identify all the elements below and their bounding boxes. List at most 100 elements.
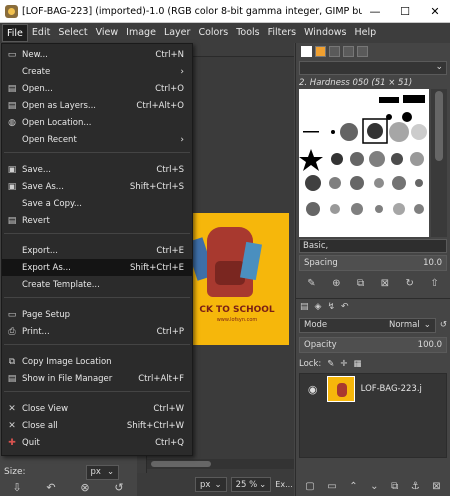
menu-view[interactable]: View <box>92 24 123 42</box>
menu-item-open-recent[interactable]: Open Recent › <box>2 131 192 148</box>
menu-item-create[interactable]: Create › <box>2 63 192 80</box>
visibility-eye-icon[interactable]: ◉ <box>304 383 321 396</box>
save-icon: ▣ <box>7 164 17 175</box>
menu-item-new[interactable]: ▭ New... Ctrl+N <box>2 46 192 63</box>
menu-layer[interactable]: Layer <box>160 24 195 42</box>
menu-item-quit[interactable]: ✚ Quit Ctrl+Q <box>2 434 192 451</box>
new-group-icon[interactable]: ▭ <box>327 481 336 492</box>
menu-item-close-view[interactable]: ✕ Close View Ctrl+W <box>2 400 192 417</box>
fonts-tab-icon[interactable] <box>343 45 354 57</box>
scrollbar-thumb[interactable] <box>151 461 211 467</box>
brush-grid[interactable] <box>299 89 429 237</box>
refresh-brushes-icon[interactable]: ↻ <box>405 278 413 289</box>
menu-item-revert[interactable]: ▤ Revert <box>2 212 192 229</box>
layers-tab-icon[interactable]: ▤ <box>300 302 309 312</box>
channels-tab-icon[interactable]: ◈ <box>315 302 322 312</box>
layer-name[interactable]: LOF-BAG-223.j <box>361 384 446 394</box>
undo-history-tab-icon[interactable]: ↶ <box>341 302 349 312</box>
mode-reset-icon[interactable]: ↺ <box>440 320 447 330</box>
duplicate-brush-icon[interactable]: ⧉ <box>357 278 364 289</box>
lock-alpha-icon[interactable]: ▦ <box>354 359 362 369</box>
duplicate-layer-icon[interactable]: ⧉ <box>391 481 398 492</box>
layer-mode-combo[interactable]: Mode Normal ⌄ <box>299 317 436 333</box>
lock-position-icon[interactable]: ✛ <box>340 359 347 369</box>
paths-tab-icon[interactable]: ↯ <box>327 302 335 312</box>
raise-layer-icon[interactable]: ⌃ <box>349 481 357 492</box>
brush-filter-combo[interactable]: ⌄ <box>299 61 447 75</box>
mode-value: Normal <box>388 320 420 330</box>
menu-item-open[interactable]: ▤ Open... Ctrl+O <box>2 80 192 97</box>
menu-item-save-copy[interactable]: Save a Copy... <box>2 195 192 212</box>
menu-item-export[interactable]: Export... Ctrl+E <box>2 242 192 259</box>
brushes-tab-icon[interactable] <box>315 45 326 57</box>
new-brush-icon[interactable]: ⊕ <box>332 278 340 289</box>
restore-options-icon[interactable]: ↶ <box>46 481 55 494</box>
menu-item-open-as-layers[interactable]: ▤ Open as Layers... Ctrl+Alt+O <box>2 97 192 114</box>
brush-scrollbar[interactable] <box>431 89 447 237</box>
horizontal-scrollbar[interactable] <box>147 459 294 469</box>
new-layer-icon[interactable]: ▢ <box>305 481 314 492</box>
layer-row[interactable]: ◉ LOF-BAG-223.j <box>300 374 446 404</box>
delete-options-icon[interactable]: ⊗ <box>80 481 89 494</box>
menu-item-open-location[interactable]: ◍ Open Location... <box>2 114 192 131</box>
menu-item-copy-location[interactable]: ⧉ Copy Image Location <box>2 353 192 370</box>
close-all-icon: ✕ <box>8 420 16 431</box>
menu-item-save[interactable]: ▣ Save... Ctrl+S <box>2 161 192 178</box>
menu-item-create-template[interactable]: Create Template... <box>2 276 192 293</box>
menu-separator <box>4 297 190 298</box>
size-label: Size: <box>4 467 26 477</box>
minimize-button[interactable]: — <box>360 0 390 23</box>
chevron-down-icon: ⌄ <box>259 479 267 490</box>
menu-file[interactable]: File <box>2 24 28 42</box>
menu-windows[interactable]: Windows <box>300 24 350 42</box>
opacity-slider[interactable]: Opacity 100.0 <box>299 337 447 353</box>
brush-action-buttons: ✎ ⊕ ⧉ ⊠ ↻ ⇧ <box>299 275 447 291</box>
maximize-button[interactable]: ☐ <box>390 0 420 23</box>
new-image-icon: ▭ <box>7 49 17 60</box>
lock-row: Lock: ✎ ✛ ▦ <box>299 357 447 371</box>
save-options-icon[interactable]: ⇩ <box>12 481 21 494</box>
layer-list[interactable]: ◉ LOF-BAG-223.j <box>299 373 447 458</box>
close-button[interactable]: ✕ <box>420 0 450 23</box>
fg-bg-colors-tab-icon[interactable] <box>301 45 312 57</box>
menu-edit[interactable]: Edit <box>28 24 54 42</box>
patterns-tab-icon[interactable] <box>329 45 340 57</box>
file-menu: ▭ New... Ctrl+N Create › ▤ Open... Ctrl+… <box>1 43 193 456</box>
image-headline: CK TO SCHOOL <box>199 305 275 315</box>
menu-filters[interactable]: Filters <box>264 24 300 42</box>
menu-item-export-as[interactable]: Export As... Shift+Ctrl+E <box>2 259 192 276</box>
anchor-layer-icon[interactable]: ⚓ <box>411 481 420 492</box>
menu-help[interactable]: Help <box>351 24 381 42</box>
reset-options-icon[interactable]: ↺ <box>114 481 123 494</box>
chevron-right-icon: › <box>180 66 184 77</box>
canvas-unit-combo[interactable]: px ⌄ <box>195 477 227 492</box>
delete-layer-icon[interactable]: ⊠ <box>432 481 440 492</box>
print-icon: ⎙ <box>8 326 16 337</box>
scrollbar-thumb[interactable] <box>435 91 443 161</box>
spacing-value: 10.0 <box>423 258 442 268</box>
chevron-down-icon: ⌄ <box>214 479 222 490</box>
gradients-tab-icon[interactable] <box>357 45 368 57</box>
menu-colors[interactable]: Colors <box>194 24 232 42</box>
menu-item-close-all[interactable]: ✕ Close all Shift+Ctrl+W <box>2 417 192 434</box>
globe-icon: ◍ <box>8 117 16 128</box>
opacity-value: 100.0 <box>417 340 442 350</box>
edit-brush-icon[interactable]: ✎ <box>307 278 315 289</box>
zoom-combo[interactable]: 25 % ⌄ <box>230 477 272 492</box>
menu-item-save-as[interactable]: ▣ Save As... Shift+Ctrl+S <box>2 178 192 195</box>
menu-item-show-in-file-manager[interactable]: ▤ Show in File Manager Ctrl+Alt+F <box>2 370 192 387</box>
open-brush-icon[interactable]: ⇧ <box>430 278 438 289</box>
menu-tools[interactable]: Tools <box>232 24 263 42</box>
lock-pixels-icon[interactable]: ✎ <box>327 359 334 369</box>
chevron-down-icon: ⌄ <box>435 62 443 72</box>
spacing-slider[interactable]: Spacing 10.0 <box>299 255 447 271</box>
menu-item-page-setup[interactable]: ▭ Page Setup <box>2 306 192 323</box>
menu-select[interactable]: Select <box>54 24 91 42</box>
menu-item-print[interactable]: ⎙ Print... Ctrl+P <box>2 323 192 340</box>
brush-tag-field[interactable]: Basic, <box>299 239 447 253</box>
menu-separator <box>4 152 190 153</box>
lower-layer-icon[interactable]: ⌄ <box>370 481 378 492</box>
delete-brush-icon[interactable]: ⊠ <box>381 278 389 289</box>
image-canvas[interactable]: CK TO SCHOOL www.lofsyn.com <box>185 213 289 345</box>
menu-image[interactable]: Image <box>122 24 160 42</box>
